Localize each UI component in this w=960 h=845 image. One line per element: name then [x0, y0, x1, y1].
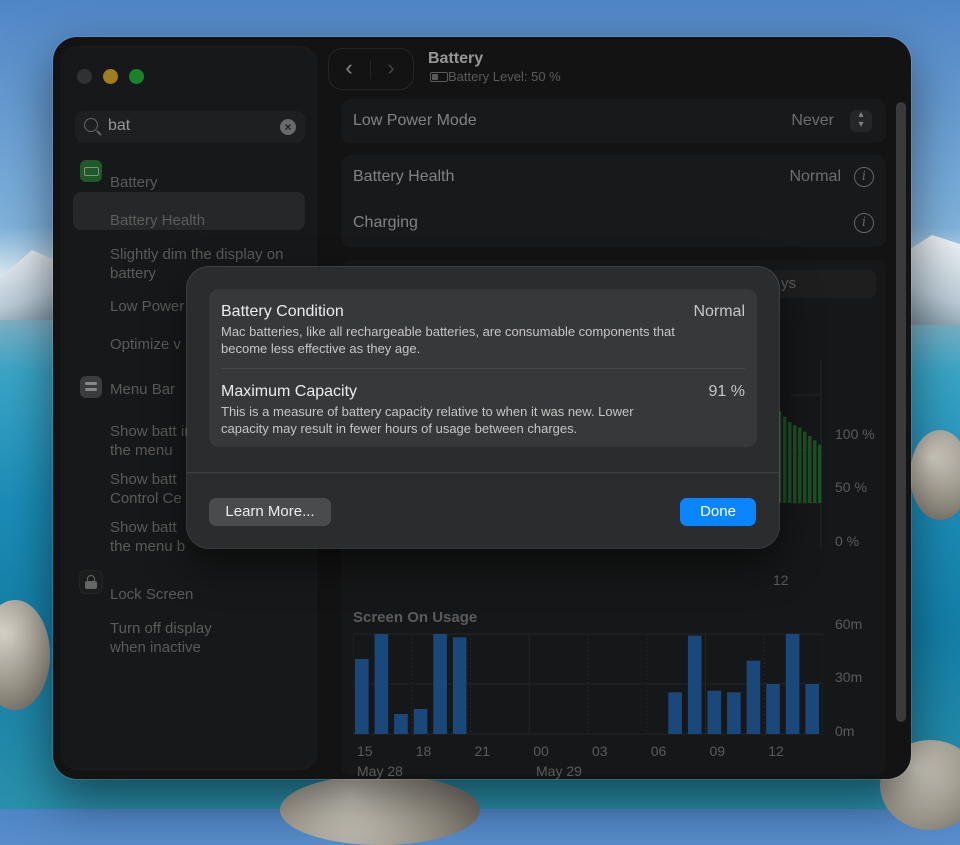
maximum-capacity-title: Maximum Capacity — [221, 383, 358, 400]
maximum-capacity-desc: This is a measure of battery capacity re… — [221, 404, 634, 436]
dialog-divider — [221, 368, 745, 369]
learn-more-button[interactable]: Learn More... — [209, 498, 331, 526]
battery-condition-value: Normal — [693, 303, 745, 320]
battery-health-dialog: Battery Condition Normal Mac batteries, … — [187, 267, 779, 548]
dialog-separator — [187, 472, 779, 473]
battery-condition-title: Battery Condition — [221, 303, 344, 320]
rock-background — [910, 430, 960, 520]
rock-background — [0, 600, 50, 710]
done-button[interactable]: Done — [680, 498, 756, 526]
battery-condition-desc: Mac batteries, like all rechargeable bat… — [221, 324, 675, 356]
dialog-info-card: Battery Condition Normal Mac batteries, … — [209, 289, 757, 447]
rock-background — [280, 775, 480, 845]
maximum-capacity-value: 91 % — [708, 383, 745, 400]
